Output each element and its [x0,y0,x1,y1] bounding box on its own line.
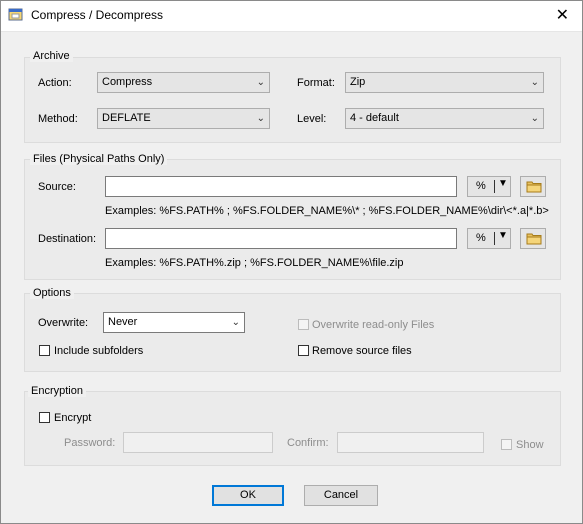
show-password-label: Show [516,439,544,451]
format-select-value: Zip [350,76,366,88]
archive-group [24,57,561,143]
encrypt-checkbox[interactable] [39,412,50,423]
level-select-value: 4 - default [350,112,399,124]
percent-label: % [476,180,486,192]
options-group-title: Options [30,287,74,299]
ok-button[interactable]: OK [212,485,284,506]
dropdown-arrow-icon: ▼ [498,178,508,189]
format-select[interactable]: Zip ⌄ [345,72,544,93]
files-group-title: Files (Physical Paths Only) [30,153,168,165]
action-label: Action: [38,77,72,89]
separator [494,232,495,245]
chevron-down-icon: ⌄ [256,77,265,88]
source-input[interactable] [105,176,457,197]
percent-label: % [476,232,486,244]
folder-icon [526,233,542,245]
level-label: Level: [297,113,327,125]
source-examples: Examples: %FS.PATH% ; %FS.FOLDER_NAME%\*… [105,205,549,217]
overwrite-readonly-label: Overwrite read-only Files [312,319,435,331]
include-subfolders-checkbox[interactable] [39,345,50,356]
method-select-value: DEFLATE [102,112,151,124]
source-variables-button[interactable]: % ▼ [467,176,511,197]
format-label: Format: [297,77,335,89]
dropdown-arrow-icon: ▼ [498,230,508,241]
destination-label: Destination: [38,233,97,245]
remove-source-checkbox[interactable] [298,345,309,356]
action-select[interactable]: Compress ⌄ [97,72,270,93]
chevron-down-icon: ⌄ [530,77,539,88]
chevron-down-icon: ⌄ [256,113,265,124]
chevron-down-icon: ⌄ [530,113,539,124]
method-select[interactable]: DEFLATE ⌄ [97,108,270,129]
remove-source-label: Remove source files [312,345,412,357]
show-password-checkbox[interactable] [501,439,512,450]
separator [494,180,495,193]
method-label: Method: [38,113,78,125]
destination-variables-button[interactable]: % ▼ [467,228,511,249]
overwrite-select[interactable]: Never ⌄ [103,312,245,333]
cancel-button[interactable]: Cancel [304,485,378,506]
action-select-value: Compress [102,76,153,88]
password-label: Password: [64,437,116,449]
chevron-down-icon: ⌄ [231,317,240,328]
level-select[interactable]: 4 - default ⌄ [345,108,544,129]
overwrite-label: Overwrite: [38,317,89,329]
include-subfolders-label: Include subfolders [54,345,144,357]
encryption-group-title: Encryption [28,385,86,397]
close-button[interactable]: ✕ [556,5,569,25]
overwrite-readonly-checkbox[interactable] [298,319,309,330]
encrypt-label: Encrypt [54,412,92,424]
source-browse-button[interactable] [520,176,546,197]
confirm-label: Confirm: [287,437,329,449]
folder-icon [526,181,542,193]
source-label: Source: [38,181,76,193]
password-input[interactable] [123,432,273,453]
destination-browse-button[interactable] [520,228,546,249]
confirm-input[interactable] [337,432,484,453]
destination-examples: Examples: %FS.PATH%.zip ; %FS.FOLDER_NAM… [105,257,404,269]
window-title: Compress / Decompress [31,8,164,22]
app-window-icon [8,8,24,22]
overwrite-select-value: Never [108,316,138,328]
destination-input[interactable] [105,228,457,249]
title-bar: Compress / Decompress ✕ [0,0,583,32]
archive-group-title: Archive [30,50,73,62]
encryption-group [24,391,561,466]
